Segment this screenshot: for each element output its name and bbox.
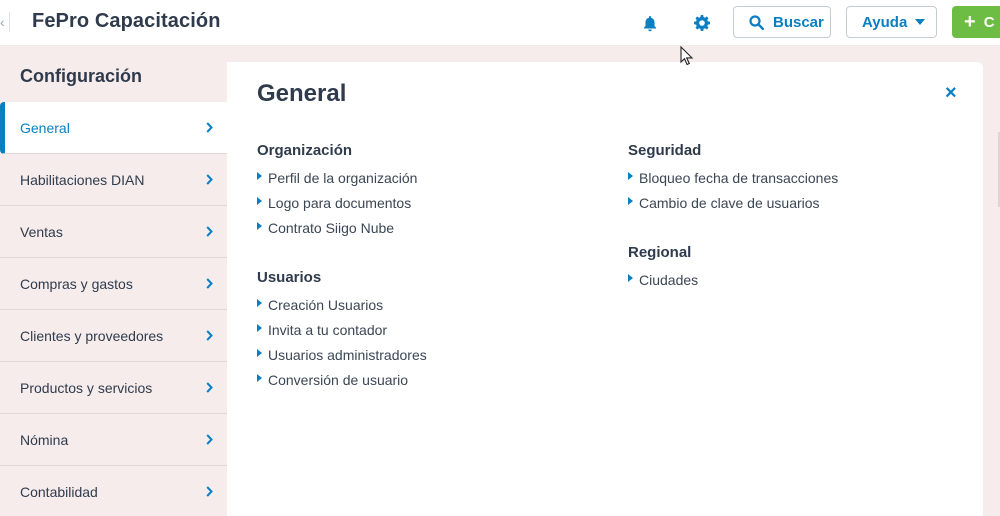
link-label: Creación Usuarios xyxy=(268,296,384,313)
link-ciudades[interactable]: Ciudades xyxy=(628,267,698,292)
chevron-right-icon xyxy=(206,434,213,445)
section-title: Usuarios xyxy=(257,269,322,286)
sidebar-item-label: General xyxy=(20,119,70,136)
link-invita-contador[interactable]: Invita a tu contador xyxy=(257,317,427,342)
link-label: Usuarios administradores xyxy=(268,346,427,363)
link-usuarios-administradores[interactable]: Usuarios administradores xyxy=(257,342,427,367)
caret-right-icon xyxy=(257,349,262,357)
chevron-right-icon xyxy=(206,486,213,497)
search-button-label: Buscar xyxy=(773,13,824,31)
caret-right-icon xyxy=(628,197,633,205)
link-label: Invita a tu contador xyxy=(268,321,388,338)
bell-icon[interactable] xyxy=(638,11,662,35)
caret-right-icon xyxy=(628,274,633,282)
chevron-right-icon xyxy=(206,330,213,341)
sidebar-item-compras-y-gastos[interactable]: Compras y gastos xyxy=(0,258,227,310)
section-seguridad: Seguridad Bloqueo fecha de transacciones… xyxy=(628,142,838,215)
caret-right-icon xyxy=(257,172,262,180)
sidebar-item-label: Nómina xyxy=(20,431,69,448)
search-button[interactable]: Buscar xyxy=(733,6,831,38)
sidebar-item-clientes-y-proveedores[interactable]: Clientes y proveedores xyxy=(0,310,227,362)
page-title: General xyxy=(257,80,347,107)
create-button-label: C xyxy=(983,13,995,31)
link-label: Cambio de clave de usuarios xyxy=(639,194,820,211)
sidebar: Configuración General Habilitaciones DIA… xyxy=(0,47,227,516)
section-regional: Regional Ciudades xyxy=(628,244,698,292)
link-label: Conversión de usuario xyxy=(268,371,409,388)
section-title: Regional xyxy=(628,244,692,261)
caret-right-icon xyxy=(257,299,262,307)
search-icon xyxy=(749,14,764,30)
top-bar: ‹ FePro Capacitación Buscar Ayuda + C xyxy=(0,0,1000,46)
sidebar-menu: General Habilitaciones DIAN Ventas Compr… xyxy=(0,102,227,516)
link-contrato-siigo-nube[interactable]: Contrato Siigo Nube xyxy=(257,215,417,240)
sidebar-item-label: Productos y servicios xyxy=(20,379,153,396)
section-organizacion: Organización Perfil de la organización L… xyxy=(257,142,417,240)
gear-icon[interactable] xyxy=(690,11,714,35)
link-creacion-usuarios[interactable]: Creación Usuarios xyxy=(257,292,427,317)
right-edge xyxy=(983,47,1000,516)
help-dropdown-label: Ayuda xyxy=(862,13,908,31)
section-title: Organización xyxy=(257,142,353,159)
section-title: Seguridad xyxy=(628,142,702,159)
caret-right-icon xyxy=(257,324,262,332)
close-icon[interactable]: × xyxy=(945,83,957,103)
app-title: FePro Capacitación xyxy=(32,10,221,32)
sidebar-item-label: Compras y gastos xyxy=(20,275,133,292)
help-dropdown[interactable]: Ayuda xyxy=(846,6,937,38)
link-label: Contrato Siigo Nube xyxy=(268,219,395,236)
sidebar-item-habilitaciones-dian[interactable]: Habilitaciones DIAN xyxy=(0,154,227,206)
chevron-right-icon xyxy=(206,382,213,393)
plus-icon: + xyxy=(964,11,976,33)
sidebar-item-nomina[interactable]: Nómina xyxy=(0,414,227,466)
chevron-right-icon xyxy=(206,174,213,185)
caret-right-icon xyxy=(257,197,262,205)
link-logo-documentos[interactable]: Logo para documentos xyxy=(257,190,417,215)
caret-down-icon xyxy=(915,19,926,25)
sidebar-item-contabilidad[interactable]: Contabilidad xyxy=(0,466,227,516)
back-arrow-icon[interactable]: ‹ xyxy=(0,12,10,32)
sidebar-title: Configuración xyxy=(20,66,142,86)
sidebar-item-label: Contabilidad xyxy=(20,483,98,500)
create-button[interactable]: + C xyxy=(952,6,1000,38)
link-label: Ciudades xyxy=(639,271,699,288)
link-perfil-organizacion[interactable]: Perfil de la organización xyxy=(257,165,417,190)
chevron-right-icon xyxy=(206,278,213,289)
link-bloqueo-fecha[interactable]: Bloqueo fecha de transacciones xyxy=(628,165,838,190)
sidebar-item-label: Clientes y proveedores xyxy=(20,327,164,344)
section-usuarios: Usuarios Creación Usuarios Invita a tu c… xyxy=(257,269,427,392)
link-label: Logo para documentos xyxy=(268,194,412,211)
link-label: Bloqueo fecha de transacciones xyxy=(639,169,839,186)
chevron-right-icon xyxy=(206,226,213,237)
mouse-cursor-icon xyxy=(680,46,694,66)
sidebar-item-general[interactable]: General xyxy=(0,102,227,154)
sidebar-item-productos-y-servicios[interactable]: Productos y servicios xyxy=(0,362,227,414)
sidebar-item-label: Habilitaciones DIAN xyxy=(20,171,145,188)
link-conversion-usuario[interactable]: Conversión de usuario xyxy=(257,367,427,392)
caret-right-icon xyxy=(257,374,262,382)
caret-right-icon xyxy=(628,172,633,180)
settings-panel: General × Organización Perfil de la orga… xyxy=(227,62,983,516)
chevron-right-icon xyxy=(206,122,213,133)
link-cambio-clave[interactable]: Cambio de clave de usuarios xyxy=(628,190,838,215)
sidebar-item-ventas[interactable]: Ventas xyxy=(0,206,227,258)
link-label: Perfil de la organización xyxy=(268,169,418,186)
caret-right-icon xyxy=(257,222,262,230)
sidebar-item-label: Ventas xyxy=(20,223,63,240)
